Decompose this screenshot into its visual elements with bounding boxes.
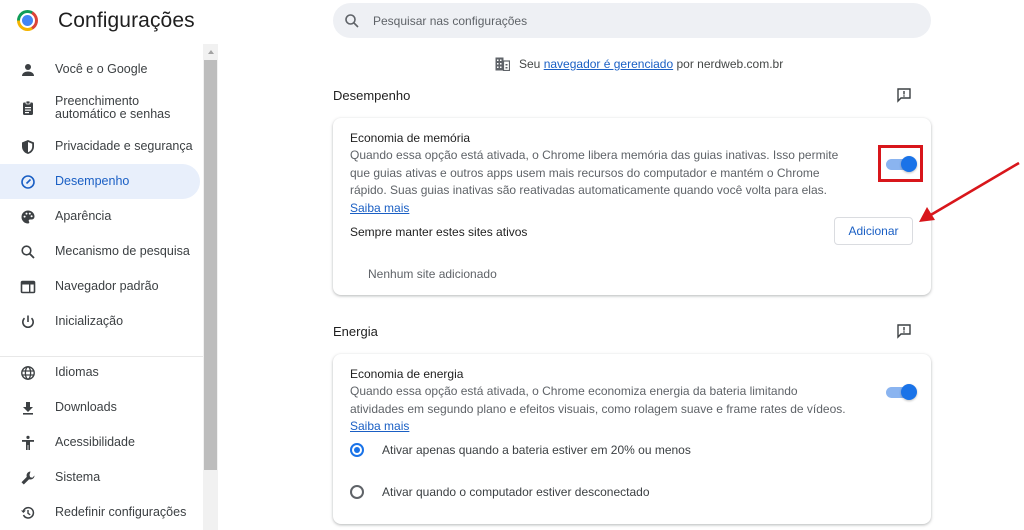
accessibility-icon (19, 434, 37, 452)
sidebar-item-redefinir[interactable]: Redefinir configurações (0, 495, 200, 530)
radio-button-unchecked[interactable] (350, 485, 364, 499)
sidebar: Você e o Google Preenchimento automático… (0, 44, 203, 530)
memory-saver-description: Quando essa opção está ativada, o Chrome… (350, 147, 850, 217)
feedback-icon[interactable] (896, 87, 912, 103)
browser-window-icon (19, 278, 37, 296)
sidebar-item-label: Aparência (55, 209, 112, 223)
search-icon (344, 13, 360, 29)
energy-option-unplugged[interactable]: Ativar quando o computador estiver desco… (350, 485, 650, 499)
energy-saver-learn-more-link[interactable]: Saiba mais (350, 419, 409, 433)
person-icon (19, 61, 37, 79)
sidebar-item-desempenho[interactable]: Desempenho (0, 164, 200, 199)
app-header: Configurações (0, 0, 1024, 44)
always-active-sites-title: Sempre manter estes sites ativos (350, 225, 528, 239)
sidebar-item-label: Preenchimento automático e senhas (55, 94, 171, 121)
sidebar-item-label: Mecanismo de pesquisa (55, 244, 190, 258)
no-sites-added-text: Nenhum site adicionado (368, 267, 497, 281)
sidebar-item-privacidade[interactable]: Privacidade e segurança (0, 129, 200, 164)
radio-label: Ativar quando o computador estiver desco… (382, 485, 650, 499)
energy-saver-description-text: Quando essa opção está ativada, o Chrome… (350, 384, 846, 416)
sidebar-item-idiomas[interactable]: Idiomas (0, 355, 200, 390)
sidebar-item-label: Idiomas (55, 365, 99, 379)
energy-option-battery-20[interactable]: Ativar apenas quando a bateria estiver e… (350, 443, 691, 457)
search-icon (19, 243, 37, 261)
sidebar-item-label: Downloads (55, 400, 117, 414)
managed-browser-link[interactable]: navegador é gerenciado (544, 57, 673, 71)
sidebar-item-label: Acessibilidade (55, 435, 135, 449)
toggle-knob (901, 384, 917, 400)
search-input[interactable] (373, 13, 873, 28)
sidebar-item-label: Você e o Google (55, 62, 148, 76)
sidebar-item-acessibilidade[interactable]: Acessibilidade (0, 425, 200, 460)
scroll-up-arrow-icon[interactable] (203, 44, 218, 59)
chrome-logo-icon (17, 10, 38, 31)
sidebar-item-aparencia[interactable]: Aparência (0, 199, 200, 234)
sidebar-scrollbar[interactable] (203, 44, 218, 530)
sidebar-item-downloads[interactable]: Downloads (0, 390, 200, 425)
building-icon (495, 57, 511, 72)
energy-saver-title: Economia de energia (350, 367, 464, 381)
sidebar-item-label: Navegador padrão (55, 279, 159, 293)
sidebar-item-label: Desempenho (55, 174, 130, 188)
feedback-icon[interactable] (896, 323, 912, 339)
search-bar[interactable] (333, 3, 931, 38)
add-site-button[interactable]: Adicionar (834, 217, 913, 245)
power-icon (19, 313, 37, 331)
scrollbar-thumb[interactable] (204, 60, 217, 470)
page-title: Configurações (58, 9, 195, 32)
sidebar-item-preenchimento[interactable]: Preenchimento automático e senhas (0, 89, 200, 127)
performance-card: Economia de memória Quando essa opção es… (333, 118, 931, 295)
sidebar-item-mecanismo-de-pesquisa[interactable]: Mecanismo de pesquisa (0, 234, 200, 269)
sidebar-item-sistema[interactable]: Sistema (0, 460, 200, 495)
shield-icon (19, 138, 37, 156)
wrench-icon (19, 469, 37, 487)
energy-saver-description: Quando essa opção está ativada, o Chrome… (350, 383, 850, 436)
radio-button-checked[interactable] (350, 443, 364, 457)
sidebar-item-label: Sistema (55, 470, 101, 484)
sidebar-item-label: Privacidade e segurança (55, 139, 193, 153)
section-title-desempenho: Desempenho (333, 88, 411, 103)
radio-label: Ativar apenas quando a bateria estiver e… (382, 443, 691, 457)
sidebar-item-navegador-padrao[interactable]: Navegador padrão (0, 269, 200, 304)
speedometer-icon (19, 173, 37, 191)
clipboard-icon (19, 99, 37, 117)
memory-saver-learn-more-link[interactable]: Saiba mais (350, 201, 409, 215)
managed-prefix: Seu (519, 57, 541, 71)
history-icon (19, 504, 37, 522)
managed-browser-notice: Seu navegador é gerenciado por nerdweb.c… (495, 57, 784, 72)
download-icon (19, 399, 37, 417)
section-title-energia: Energia (333, 324, 378, 339)
managed-suffix: por nerdweb.com.br (676, 57, 784, 71)
palette-icon (19, 208, 37, 226)
annotation-arrow-icon (919, 161, 1020, 222)
energy-saver-toggle[interactable] (886, 384, 917, 400)
energy-card: Economia de energia Quando essa opção es… (333, 354, 931, 524)
sidebar-item-inicializacao[interactable]: Inicialização (0, 304, 200, 339)
memory-saver-title: Economia de memória (350, 131, 471, 145)
sidebar-item-label: Inicialização (55, 314, 124, 328)
globe-icon (19, 364, 37, 382)
memory-saver-description-text: Quando essa opção está ativada, o Chrome… (350, 148, 839, 197)
sidebar-item-voce-e-o-google[interactable]: Você e o Google (0, 52, 200, 87)
sidebar-item-label: Redefinir configurações (55, 505, 187, 519)
